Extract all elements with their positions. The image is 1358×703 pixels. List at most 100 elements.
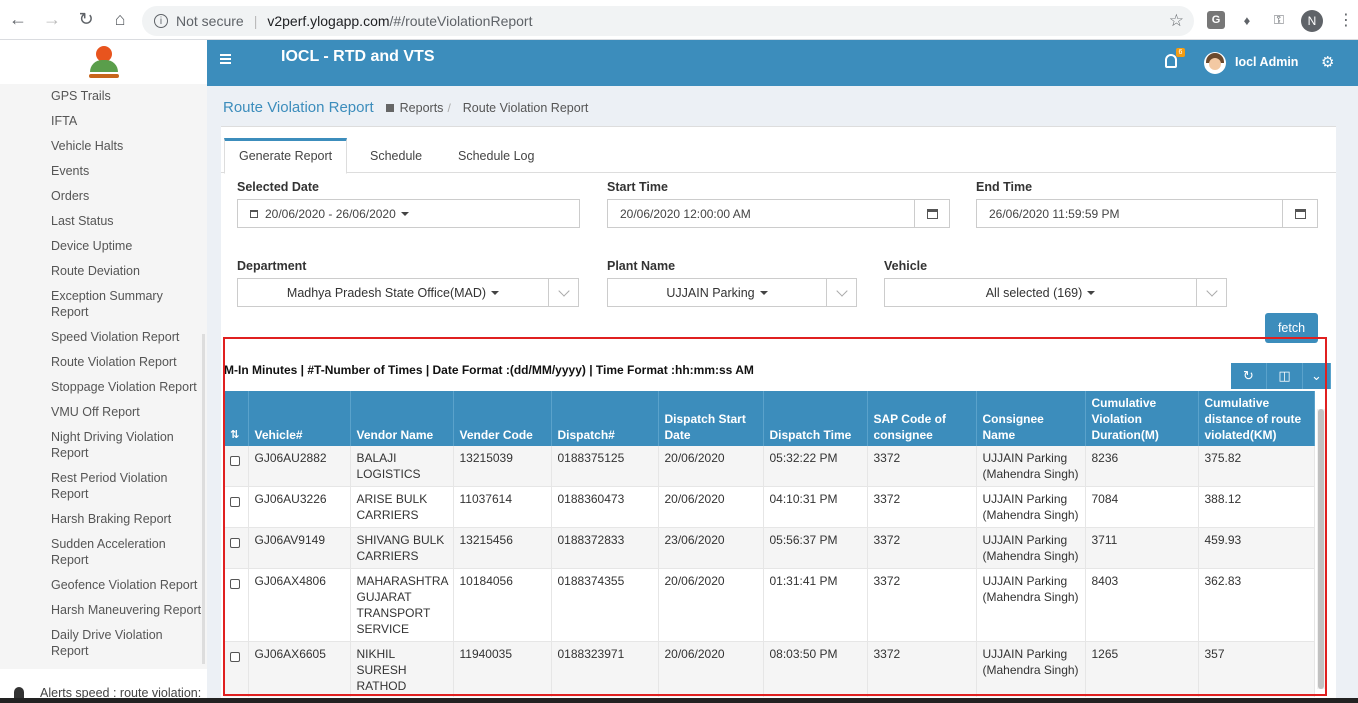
table-cell: 05:56:37 PM: [763, 527, 868, 569]
table-cell: 3372: [867, 486, 977, 528]
tab-schedule[interactable]: Schedule: [356, 138, 436, 174]
sidebar-item[interactable]: Rest Period Violation Report: [0, 466, 207, 507]
sidebar-item[interactable]: Exception Summary Report: [0, 284, 207, 325]
vehicle-select[interactable]: All selected (169): [884, 278, 1227, 307]
column-header[interactable]: Vendor Name: [350, 391, 454, 446]
sidebar-item[interactable]: Route Deviation: [0, 259, 207, 284]
forward-arrow-icon[interactable]: →: [36, 4, 68, 36]
plant-name-value: UJJAIN Parking: [666, 285, 755, 300]
row-checkbox[interactable]: [230, 579, 240, 589]
table-cell: 20/06/2020: [658, 568, 764, 642]
chevron-down-icon: [835, 284, 848, 297]
end-time-input[interactable]: 26/06/2020 11:59:59 PM: [976, 199, 1318, 228]
row-checkbox[interactable]: [230, 456, 240, 466]
sidebar-item[interactable]: Speed Violation Report: [0, 325, 207, 350]
row-checkbox[interactable]: [230, 497, 240, 507]
vehicle-dropdown-toggle[interactable]: [1196, 279, 1226, 306]
table-cell: 375.82: [1198, 446, 1315, 487]
plant-dropdown-toggle[interactable]: [826, 279, 856, 306]
start-time-input[interactable]: 20/06/2020 12:00:00 AM: [607, 199, 950, 228]
grammarly-extension-icon[interactable]: G: [1207, 11, 1225, 29]
plant-name-select[interactable]: UJJAIN Parking: [607, 278, 857, 307]
fetch-button[interactable]: fetch: [1265, 313, 1318, 343]
column-header[interactable]: Cumulative Violation Duration(M): [1085, 391, 1199, 446]
user-name[interactable]: Iocl Admin: [1235, 55, 1298, 69]
sidebar-item[interactable]: Events: [0, 159, 207, 184]
row-checkbox[interactable]: [230, 538, 240, 548]
start-time-calendar-button[interactable]: [914, 199, 950, 228]
reload-icon[interactable]: ↻: [70, 4, 102, 36]
column-header[interactable]: Vender Code: [453, 391, 552, 446]
sidebar-item[interactable]: Vehicle Halts: [0, 134, 207, 159]
sort-icon[interactable]: ⇅: [230, 427, 239, 443]
scrollbar-thumb[interactable]: [1318, 409, 1324, 689]
company-logo[interactable]: [88, 42, 119, 82]
sidebar-item[interactable]: Orders: [0, 184, 207, 209]
select-all-header[interactable]: ⇅: [224, 391, 249, 446]
column-header[interactable]: Consignee Name: [976, 391, 1086, 446]
table-cell: 3372: [867, 568, 977, 642]
profile-avatar[interactable]: N: [1301, 10, 1323, 32]
table-row[interactable]: GJ06AU2882 BALAJI LOGISTICS 13215039 018…: [224, 446, 1315, 487]
table-cell: UJJAIN Parking (Mahendra Singh): [976, 446, 1086, 487]
table-row[interactable]: GJ06AU3226 ARISE BULK CARRIERS 11037614 …: [224, 486, 1315, 528]
table-row[interactable]: GJ06AV9149 SHIVANG BULK CARRIERS 1321545…: [224, 527, 1315, 569]
table-cell: 08:03:50 PM: [763, 641, 868, 697]
table-row[interactable]: GJ06AX4806 MAHARASHTRA GUJARAT TRANSPORT…: [224, 568, 1315, 642]
department-dropdown-toggle[interactable]: [548, 279, 578, 306]
sidebar-item[interactable]: Device Uptime: [0, 234, 207, 259]
table-row[interactable]: GJ06AX6605 NIKHIL SURESH RATHOD 11940035…: [224, 641, 1315, 697]
sidebar-item[interactable]: VMU Off Report: [0, 400, 207, 425]
table-cell: 13215039: [453, 446, 552, 487]
department-select[interactable]: Madhya Pradesh State Office(MAD): [237, 278, 579, 307]
sidebar-item[interactable]: IFTA: [0, 109, 207, 134]
grid-vertical-scrollbar[interactable]: [1317, 409, 1325, 689]
logo-area: [0, 40, 207, 84]
table-cell: 20/06/2020: [658, 641, 764, 697]
info-icon[interactable]: i: [154, 14, 168, 28]
export-icon[interactable]: ◫: [1267, 363, 1303, 389]
sidebar-item[interactable]: GPS Trails: [0, 84, 207, 109]
date-range-picker[interactable]: 20/06/2020 - 26/06/2020: [237, 199, 580, 228]
sidebar-item[interactable]: Stoppage Violation Report: [0, 375, 207, 400]
extensions-puzzle-icon[interactable]: ♦: [1238, 11, 1256, 29]
notification-bell-icon[interactable]: [1165, 54, 1177, 68]
settings-gears-icon[interactable]: ⚙: [1321, 53, 1334, 71]
sidebar-item[interactable]: Last Status: [0, 209, 207, 234]
sidebar-scrollbar[interactable]: [202, 334, 205, 664]
sidebar-item[interactable]: Night Driving Violation Report: [0, 425, 207, 466]
column-header[interactable]: Vehicle#: [248, 391, 351, 446]
column-header[interactable]: Dispatch#: [551, 391, 659, 446]
end-time-calendar-button[interactable]: [1282, 199, 1318, 228]
column-header[interactable]: SAP Code of consignee: [867, 391, 977, 446]
column-header[interactable]: Dispatch Time: [763, 391, 868, 446]
table-cell: UJJAIN Parking (Mahendra Singh): [976, 568, 1086, 642]
sidebar-item[interactable]: Geofence Violation Report: [0, 573, 207, 598]
table-cell: 3372: [867, 641, 977, 697]
hamburger-menu-icon[interactable]: [220, 54, 231, 66]
table-cell: 362.83: [1198, 568, 1315, 642]
table-cell: 3372: [867, 446, 977, 487]
refresh-icon[interactable]: ↻: [1231, 363, 1267, 389]
tab-schedule-log[interactable]: Schedule Log: [444, 138, 548, 174]
sidebar-item[interactable]: Sudden Acceleration Report: [0, 532, 207, 573]
sidebar-item[interactable]: Daily Drive Violation Report: [0, 623, 207, 664]
table-cell: 23/06/2020: [658, 527, 764, 569]
column-header[interactable]: Dispatch Start Date: [658, 391, 764, 446]
user-avatar[interactable]: [1204, 52, 1226, 74]
sidebar-item[interactable]: Harsh Braking Report: [0, 507, 207, 532]
start-time-label: Start Time: [607, 180, 668, 194]
tab-generate-report[interactable]: Generate Report: [224, 138, 348, 174]
browser-menu-icon[interactable]: ⋮: [1338, 10, 1354, 30]
back-arrow-icon[interactable]: ←: [2, 4, 34, 36]
sidebar-item[interactable]: Harsh Maneuvering Report: [0, 598, 207, 623]
home-icon[interactable]: ⌂: [104, 4, 136, 36]
sidebar-item-route-violation[interactable]: Route Violation Report: [0, 350, 207, 375]
bookmark-star-icon[interactable]: ☆: [1169, 11, 1184, 31]
column-header[interactable]: Cumulative distance of route violated(KM…: [1198, 391, 1315, 446]
row-checkbox[interactable]: [230, 652, 240, 662]
breadcrumb-reports[interactable]: Reports: [400, 101, 444, 115]
address-bar[interactable]: i Not secure | v2perf.ylogapp.com/#/rout…: [142, 6, 1194, 36]
key-icon[interactable]: ⚿: [1270, 11, 1288, 29]
collapse-chevron-icon[interactable]: ⌄: [1303, 363, 1331, 389]
